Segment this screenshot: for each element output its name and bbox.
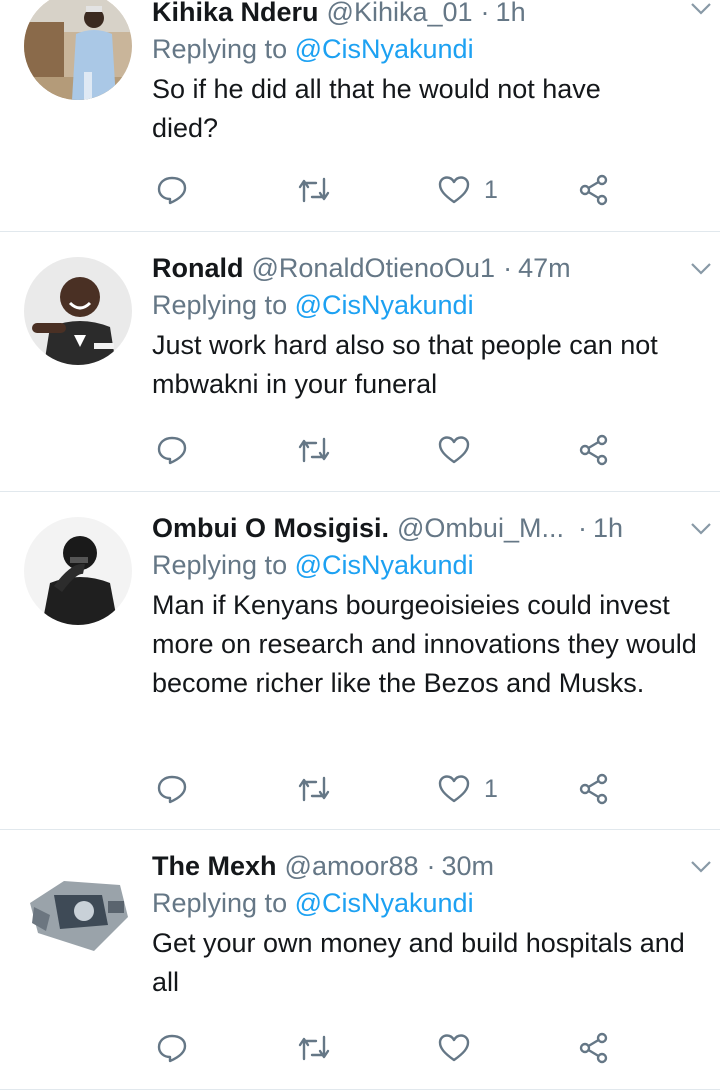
reply-bubble-icon <box>157 176 187 205</box>
reply-button[interactable] <box>156 769 188 809</box>
reply-button[interactable] <box>156 430 188 470</box>
reply-bubble-icon <box>157 1034 187 1063</box>
heart-icon <box>438 775 470 803</box>
display-name[interactable]: Ombui O Mosigisi. <box>152 510 389 546</box>
separator: · <box>426 851 436 881</box>
timestamp[interactable]: 1h <box>593 510 623 546</box>
retweet-icon <box>298 776 330 802</box>
like-button[interactable] <box>438 430 484 470</box>
timestamp[interactable]: 1h <box>496 0 526 30</box>
heart-icon <box>438 436 470 464</box>
avatar[interactable] <box>24 855 132 963</box>
replying-prefix: Replying to <box>152 34 288 64</box>
tweet-header: Ronald @RonaldOtienoOu1 · 47m <box>152 250 700 286</box>
retweet-icon <box>298 437 330 463</box>
separator: · <box>480 0 490 27</box>
reply-button[interactable] <box>156 170 188 210</box>
like-button[interactable]: 1 <box>438 769 498 809</box>
chevron-down-icon[interactable] <box>690 262 712 276</box>
share-button[interactable] <box>578 769 610 809</box>
share-icon <box>579 1032 608 1064</box>
avatar[interactable] <box>24 0 132 100</box>
mention-link[interactable]: @CisNyakundi <box>295 550 474 580</box>
tweet-text: Just work hard also so that people can n… <box>152 330 658 399</box>
retweet-icon <box>298 177 330 203</box>
chevron-down-icon[interactable] <box>690 522 712 536</box>
share-icon <box>579 174 608 206</box>
replying-to: Replying to @CisNyakundi <box>152 884 700 922</box>
timestamp[interactable]: 30m <box>442 848 495 884</box>
avatar[interactable] <box>24 257 132 365</box>
display-name[interactable]: Kihika Nderu <box>152 0 319 30</box>
timestamp[interactable]: 47m <box>518 250 571 286</box>
share-button[interactable] <box>578 430 610 470</box>
tweet-actions <box>152 430 622 470</box>
tweet[interactable]: The Mexh @amoor88 · 30m Replying to @Cis… <box>0 830 720 1090</box>
chevron-down-icon[interactable] <box>690 2 712 16</box>
replying-prefix: Replying to <box>152 550 288 580</box>
reply-bubble-icon <box>157 436 187 465</box>
share-button[interactable] <box>578 1028 610 1068</box>
timeline: Kihika Nderu @Kihika_01 · 1h Replying to… <box>0 0 720 1090</box>
replying-to: Replying to @CisNyakundi <box>152 546 700 584</box>
display-name[interactable]: Ronald <box>152 250 244 286</box>
separator: · <box>503 253 513 283</box>
tweet[interactable]: Ronald @RonaldOtienoOu1 · 47m Replying t… <box>0 232 720 492</box>
tweet-actions: 1 <box>152 769 622 809</box>
tweet-text: Get your own money and build hospitals a… <box>152 928 685 997</box>
chevron-down-icon[interactable] <box>690 860 712 874</box>
tweet-header: Kihika Nderu @Kihika_01 · 1h <box>152 0 700 30</box>
share-button[interactable] <box>578 170 610 210</box>
user-handle[interactable]: @Kihika_01 <box>327 0 473 30</box>
retweet-button[interactable] <box>296 769 332 809</box>
share-icon <box>579 434 608 466</box>
mention-link[interactable]: @CisNyakundi <box>295 888 474 918</box>
retweet-button[interactable] <box>296 170 332 210</box>
reply-button[interactable] <box>156 1028 188 1068</box>
tweet-text: So if he did all that he would not have … <box>152 74 601 143</box>
retweet-button[interactable] <box>296 430 332 470</box>
mention-link[interactable]: @CisNyakundi <box>295 34 474 64</box>
replying-prefix: Replying to <box>152 888 288 918</box>
replying-prefix: Replying to <box>152 290 288 320</box>
tweet-text: Man if Kenyans bourgeoisieies could inve… <box>152 590 697 698</box>
share-icon <box>579 773 608 805</box>
display-name[interactable]: The Mexh <box>152 848 277 884</box>
tweet-actions <box>152 1028 622 1068</box>
like-button[interactable]: 1 <box>438 170 498 210</box>
tweet-actions: 1 <box>152 170 622 210</box>
avatar[interactable] <box>24 517 132 625</box>
reply-bubble-icon <box>157 775 187 804</box>
tweet[interactable]: Kihika Nderu @Kihika_01 · 1h Replying to… <box>0 0 720 232</box>
separator: · <box>577 513 587 543</box>
tweet[interactable]: Ombui O Mosigisi. @Ombui_M... · 1h Reply… <box>0 492 720 830</box>
heart-icon <box>438 176 470 204</box>
tweet-header: The Mexh @amoor88 · 30m <box>152 848 700 884</box>
replying-to: Replying to @CisNyakundi <box>152 30 700 68</box>
mention-link[interactable]: @CisNyakundi <box>295 290 474 320</box>
like-count: 1 <box>484 774 498 803</box>
heart-icon <box>438 1034 470 1062</box>
retweet-icon <box>298 1035 330 1061</box>
user-handle[interactable]: @Ombui_M... <box>397 510 564 546</box>
tweet-header: Ombui O Mosigisi. @Ombui_M... · 1h <box>152 510 700 546</box>
retweet-button[interactable] <box>296 1028 332 1068</box>
like-button[interactable] <box>438 1028 484 1068</box>
user-handle[interactable]: @RonaldOtienoOu1 <box>252 250 496 286</box>
like-count: 1 <box>484 175 498 204</box>
replying-to: Replying to @CisNyakundi <box>152 286 700 324</box>
user-handle[interactable]: @amoor88 <box>285 848 419 884</box>
